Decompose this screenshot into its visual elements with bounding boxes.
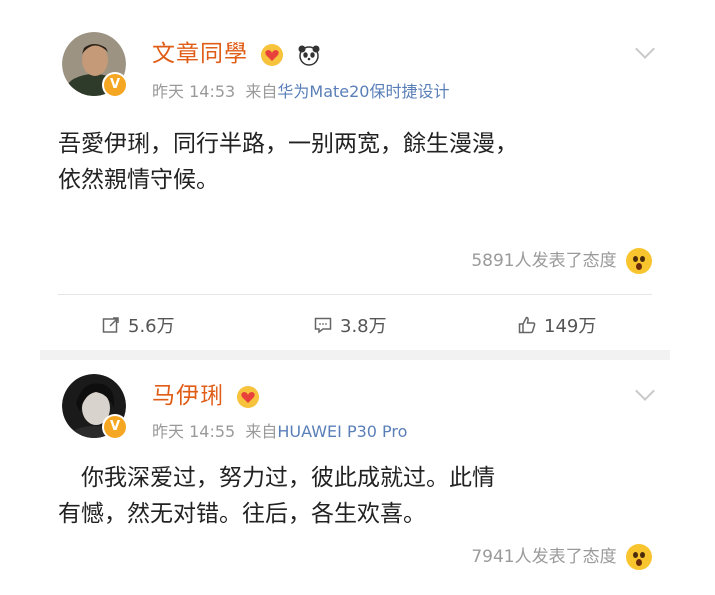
chevron-down-icon[interactable] [635, 381, 655, 401]
author-avatar[interactable]: V [62, 32, 128, 98]
heart-emoji-icon [261, 43, 284, 66]
panda-emoji-icon [298, 45, 320, 66]
repost-icon [102, 317, 119, 333]
content-line: 依然親情守候。 [58, 167, 219, 193]
wow-face-icon [626, 248, 652, 274]
repost-button[interactable]: 5.6万 [102, 312, 175, 338]
author-name[interactable]: 马伊琍 [152, 376, 260, 410]
source-link[interactable]: HUAWEI P30 Pro [277, 422, 407, 441]
source-prefix: 来自 [245, 422, 278, 441]
comment-icon [314, 317, 332, 334]
chevron-down-icon[interactable] [635, 39, 655, 59]
author-avatar[interactable]: V [62, 374, 128, 440]
comment-count: 3.8万 [340, 316, 387, 337]
source-link[interactable]: 华为Mate20保时捷设计 [277, 82, 449, 101]
author-name[interactable]: 文章同學 [152, 34, 321, 68]
post-meta: 昨天 14:53 来自华为Mate20保时捷设计 [152, 78, 449, 102]
reaction-summary[interactable]: 5891人发表了态度 [471, 246, 652, 274]
weibo-post-1: V 文章同學 昨天 14:53 来自华为Mate20保时捷设计 吾愛伊琍，同行半… [40, 18, 670, 360]
thumbs-up-icon [518, 316, 536, 334]
heart-emoji-icon [237, 385, 260, 408]
post-time: 昨天 14:53 [152, 82, 236, 101]
verified-badge-icon: V [102, 72, 128, 98]
post-meta: 昨天 14:55 来自HUAWEI P30 Pro [152, 418, 407, 442]
reaction-summary[interactable]: 7941人发表了态度 [471, 542, 652, 570]
like-button[interactable]: 149万 [518, 312, 596, 338]
like-count: 149万 [544, 316, 597, 337]
content-line: 吾愛伊琍，同行半路，一别两宽，餘生漫漫， [58, 131, 518, 157]
divider [58, 294, 652, 295]
post-time: 昨天 14:55 [152, 422, 236, 441]
post-content: 吾愛伊琍，同行半路，一别两宽，餘生漫漫， 依然親情守候。 [58, 126, 652, 198]
weibo-post-2: V 马伊琍 昨天 14:55 来自HUAWEI P30 Pro 你我深爱过，努力… [40, 360, 670, 595]
repost-count: 5.6万 [128, 316, 175, 337]
post-content: 你我深爱过，努力过，彼此成就过。此情 有憾，然无对错。往后，各生欢喜。 [58, 460, 652, 532]
content-line: 有憾，然无对错。往后，各生欢喜。 [58, 501, 426, 527]
content-line: 你我深爱过，努力过，彼此成就过。此情 [58, 465, 495, 491]
wow-face-icon [626, 544, 652, 570]
action-bar: 5.6万 3.8万 149万 [40, 312, 670, 352]
source-prefix: 来自 [245, 82, 278, 101]
verified-badge-icon: V [102, 414, 128, 440]
comment-button[interactable]: 3.8万 [314, 312, 387, 338]
